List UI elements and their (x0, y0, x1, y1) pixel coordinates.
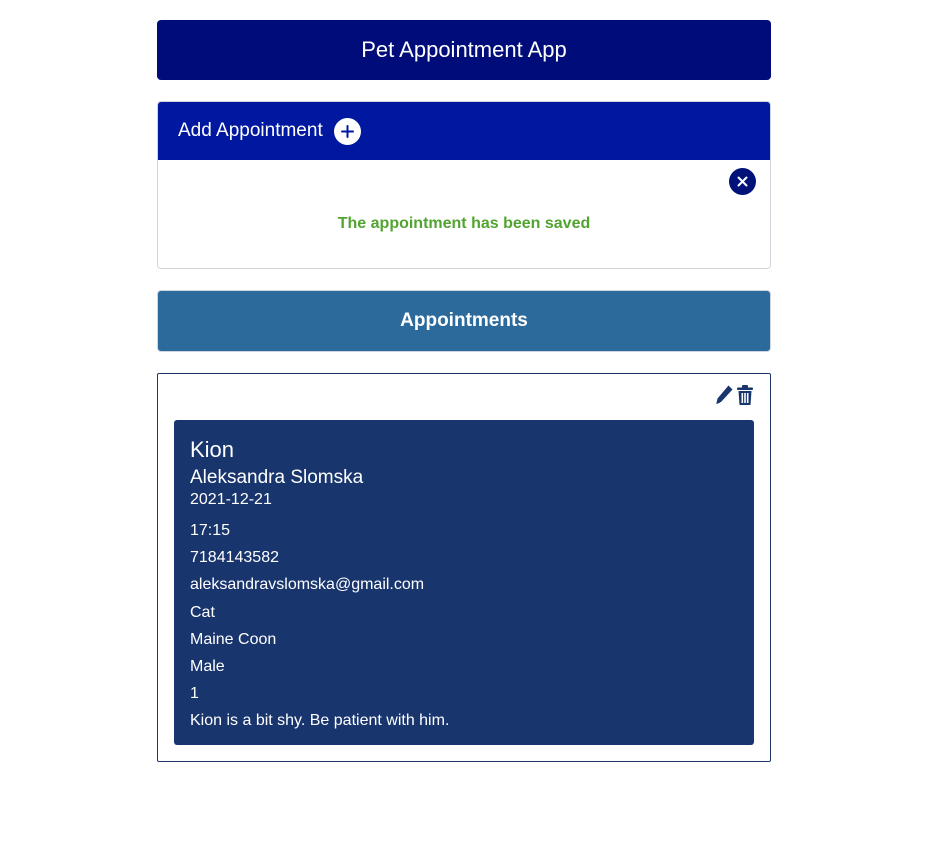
app-title: Pet Appointment App (361, 37, 567, 62)
pet-age: 1 (190, 685, 199, 703)
appointment-time: 17:15 (190, 522, 231, 539)
plus-circle-icon[interactable] (333, 117, 361, 145)
app-header: Pet Appointment App (157, 20, 771, 80)
pet-breed: Maine Coon (190, 630, 277, 648)
appointments-heading-bar: Appointments (157, 290, 771, 352)
owner-name: Aleksandra Slomska (190, 467, 364, 488)
appointment-details: Kion Aleksandra Slomska 2021-12-21 17:15… (174, 420, 754, 745)
appointment-card: Kion Aleksandra Slomska 2021-12-21 17:15… (157, 373, 771, 762)
appointments-heading: Appointments (400, 310, 528, 331)
owner-email: aleksandravslomska@gmail.com (190, 576, 425, 594)
success-message: The appointment has been saved (337, 215, 591, 232)
add-appointment-label: Add Appointment (178, 120, 323, 141)
add-appointment-panel: Add Appointment The appointment has been… (157, 101, 771, 269)
add-appointment-toggle[interactable]: Add Appointment (158, 102, 770, 160)
pet-gender: Male (190, 658, 225, 676)
pencil-icon[interactable] (714, 384, 734, 406)
trash-icon[interactable] (736, 384, 754, 406)
pet-animal: Cat (190, 603, 215, 621)
appointment-notes: Kion is a bit shy. Be patient with him. (190, 712, 450, 730)
pet-name: Kion (190, 437, 235, 462)
close-alert-icon[interactable] (729, 168, 756, 195)
appointment-actions (714, 384, 754, 406)
success-alert: The appointment has been saved (158, 160, 770, 268)
owner-phone: 7184143582 (190, 549, 279, 567)
appointment-date: 2021-12-21 (190, 491, 272, 508)
